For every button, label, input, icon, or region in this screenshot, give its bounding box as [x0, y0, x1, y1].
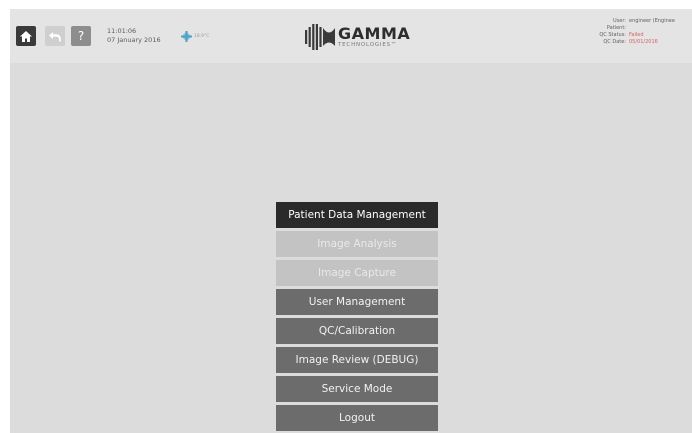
user-value: engineer (Enginee	[629, 18, 675, 24]
status-panel: User: engineer (Enginee Patient: QC Stat…	[580, 18, 675, 46]
date-time: 11:01:06 07 January 2016	[107, 27, 161, 45]
menu-logout[interactable]: Logout	[276, 405, 438, 431]
menu-service-mode[interactable]: Service Mode	[276, 376, 438, 402]
qc-status-row: QC Status: Failed	[580, 32, 675, 39]
qc-date-label: QC Date:	[603, 39, 626, 45]
clock-time: 11:01:06	[107, 27, 137, 35]
user-label: User:	[613, 18, 626, 24]
top-bar: ? 11:01:06 07 January 2016 18.9°C GAMMA …	[10, 9, 692, 63]
menu-image-capture[interactable]: Image Capture	[276, 260, 438, 286]
logo-subtitle: TECHNOLOGIES™	[338, 41, 398, 48]
menu-image-review-debug[interactable]: Image Review (DEBUG)	[276, 347, 438, 373]
gamma-logo-mark	[305, 24, 335, 50]
user-row: User: engineer (Enginee	[580, 18, 675, 25]
menu-qc-calibration[interactable]: QC/Calibration	[276, 318, 438, 344]
qc-date-value: 05/01/2016	[629, 39, 658, 45]
menu-user-management[interactable]: User Management	[276, 289, 438, 315]
back-arrow-icon	[49, 31, 61, 41]
menu-image-analysis[interactable]: Image Analysis	[276, 231, 438, 257]
qc-status-label: QC Status:	[599, 32, 626, 38]
logo-text: GAMMA TECHNOLOGIES™	[338, 23, 411, 49]
app-screen: ? 11:01:06 07 January 2016 18.9°C GAMMA …	[10, 9, 692, 433]
help-button[interactable]: ?	[71, 26, 91, 46]
menu-patient-data-management[interactable]: Patient Data Management	[276, 202, 438, 228]
patient-row: Patient:	[580, 25, 675, 32]
help-label: ?	[77, 29, 85, 43]
temperature-readout: 18.9°C	[181, 31, 209, 42]
home-button[interactable]	[16, 26, 36, 46]
temperature-value: 18.9°C	[194, 34, 210, 39]
qc-date-row: QC Date: 05/01/2016	[580, 39, 675, 46]
qc-status-value: Failed	[629, 32, 644, 38]
temperature-icon	[181, 31, 192, 42]
company-logo: GAMMA TECHNOLOGIES™	[305, 24, 410, 50]
back-button[interactable]	[45, 26, 65, 46]
clock-date: 07 January 2016	[107, 36, 161, 44]
main-menu: Patient Data Management Image Analysis I…	[276, 202, 438, 433]
patient-label: Patient:	[606, 25, 626, 31]
logo-name: GAMMA	[338, 23, 411, 43]
home-icon	[20, 30, 32, 42]
